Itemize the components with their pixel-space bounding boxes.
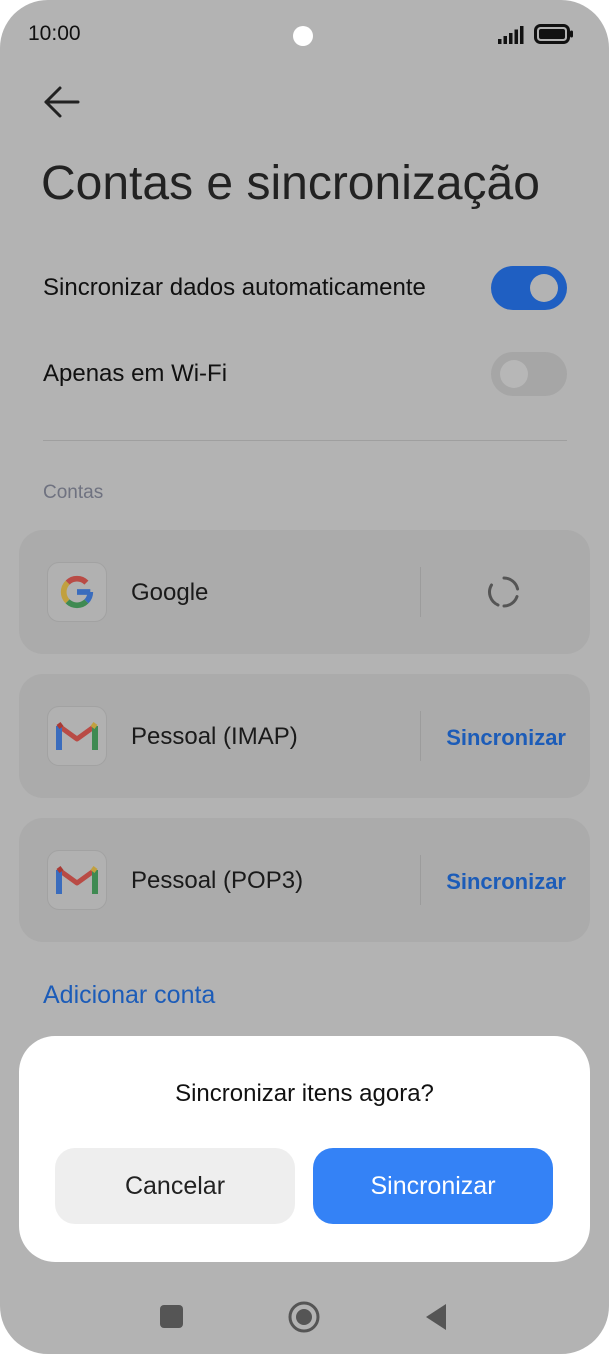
home-circle-icon[interactable] [287,1300,321,1334]
signal-icon [498,26,524,44]
sync-spinner-icon [488,576,520,608]
setting-wifi-only-label: Apenas em Wi-Fi [43,360,228,387]
sync-account-button[interactable]: Sincronizar [446,725,566,751]
sync-account-button[interactable]: Sincronizar [446,869,566,895]
front-camera [293,26,313,46]
account-icon-box [47,562,107,622]
back-arrow-icon[interactable] [40,84,84,120]
toggle-knob [530,274,558,302]
section-divider [43,440,567,441]
account-separator [420,567,421,617]
add-account-link[interactable]: Adicionar conta [43,981,215,1010]
phone-screen: 10:00 Contas e sincronização Sincronizar… [0,0,609,1354]
gmail-icon [56,722,98,750]
account-pessoal-imap[interactable]: Pessoal (IMAP) Sincronizar [19,674,590,798]
battery-icon [534,24,573,44]
sync-dialog: Sincronizar itens agora? Cancelar Sincro… [19,1036,590,1262]
account-name: Google [131,579,209,606]
navigation-bar [0,1280,609,1354]
status-time: 10:00 [28,22,81,45]
account-google[interactable]: Google [19,530,590,654]
setting-auto-sync-label: Sincronizar dados automaticamente [43,274,426,301]
google-icon [60,575,94,609]
account-pessoal-pop3[interactable]: Pessoal (POP3) Sincronizar [19,818,590,942]
account-separator [420,855,421,905]
setting-auto-sync[interactable]: Sincronizar dados automaticamente [43,264,567,314]
back-triangle-icon[interactable] [424,1302,448,1332]
account-name: Pessoal (POP3) [131,867,304,894]
wifi-only-toggle[interactable] [491,352,567,396]
cancel-button[interactable]: Cancelar [55,1148,295,1224]
dialog-title: Sincronizar itens agora? [175,1080,434,1107]
status-bar: 10:00 [0,0,609,70]
account-icon-box [47,706,107,766]
setting-wifi-only[interactable]: Apenas em Wi-Fi [43,350,567,400]
account-name: Pessoal (IMAP) [131,723,298,750]
account-icon-box [47,850,107,910]
recents-square-icon[interactable] [160,1305,183,1328]
toggle-knob [500,360,528,388]
account-separator [420,711,421,761]
auto-sync-toggle[interactable] [491,266,567,310]
page-title: Contas e sincronização [41,157,540,210]
gmail-icon [56,866,98,894]
confirm-sync-button[interactable]: Sincronizar [313,1148,553,1224]
accounts-section-label: Contas [43,482,104,503]
